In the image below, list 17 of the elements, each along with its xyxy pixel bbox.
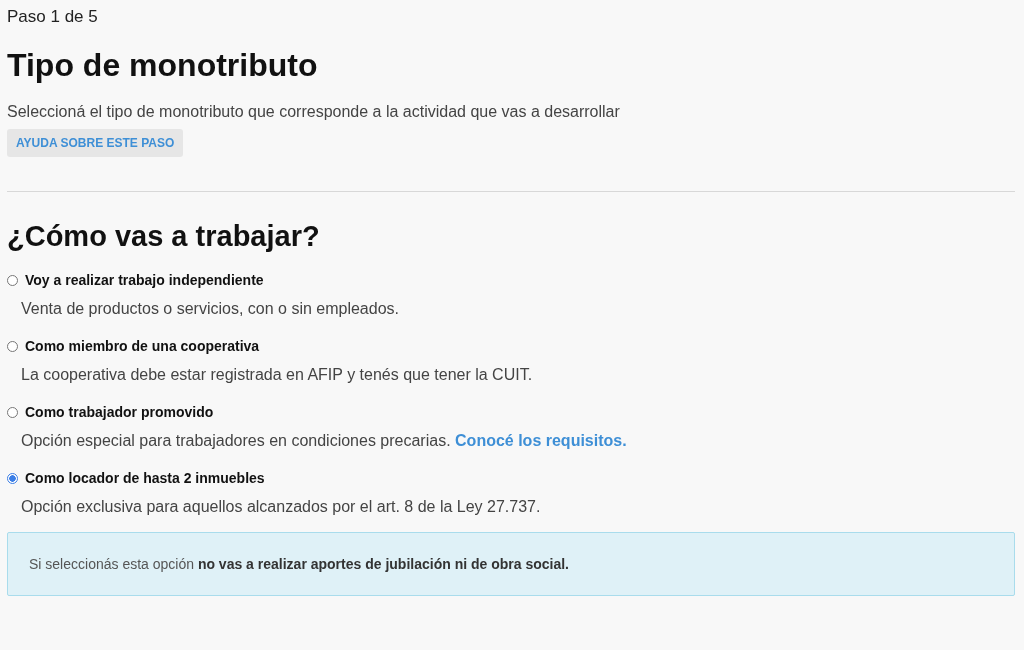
option-description: La cooperativa debe estar registrada en AFIP y tenés que tener la CUIT. <box>21 366 533 383</box>
radio-button[interactable] <box>7 274 18 286</box>
radio-button[interactable] <box>7 472 18 484</box>
radio-button[interactable] <box>7 340 18 352</box>
section-heading: ¿Cómo vas a trabajar? <box>7 219 321 254</box>
page-title: Tipo de monotributo <box>7 46 319 85</box>
option-label[interactable]: Voy a realizar trabajo independiente <box>25 272 264 288</box>
page-subtitle: Seleccioná el tipo de monotributo que corresponde a la actividad que vas a desarrollar <box>7 102 621 122</box>
option-label[interactable]: Como locador de hasta 2 inmuebles <box>25 470 265 486</box>
info-alert: Si seleccionás esta opción no vas a realizar aportes de jubilación ni de obra social. <box>7 532 1015 596</box>
option-description: Opción especial para trabajadores en condiciones precarias. <box>21 432 451 449</box>
step-indicator: Paso 1 de 5 <box>7 6 99 28</box>
option-description: Venta de productos o servicios, con o sin empleados. <box>21 300 399 317</box>
option-label[interactable]: Como trabajador promovido <box>25 404 214 420</box>
option-label[interactable]: Como miembro de una cooperativa <box>25 338 260 354</box>
option-description: Opción exclusiva para aquellos alcanzados por el art. 8 de la Ley 27.737. <box>21 498 541 515</box>
radio-button[interactable] <box>7 406 18 418</box>
